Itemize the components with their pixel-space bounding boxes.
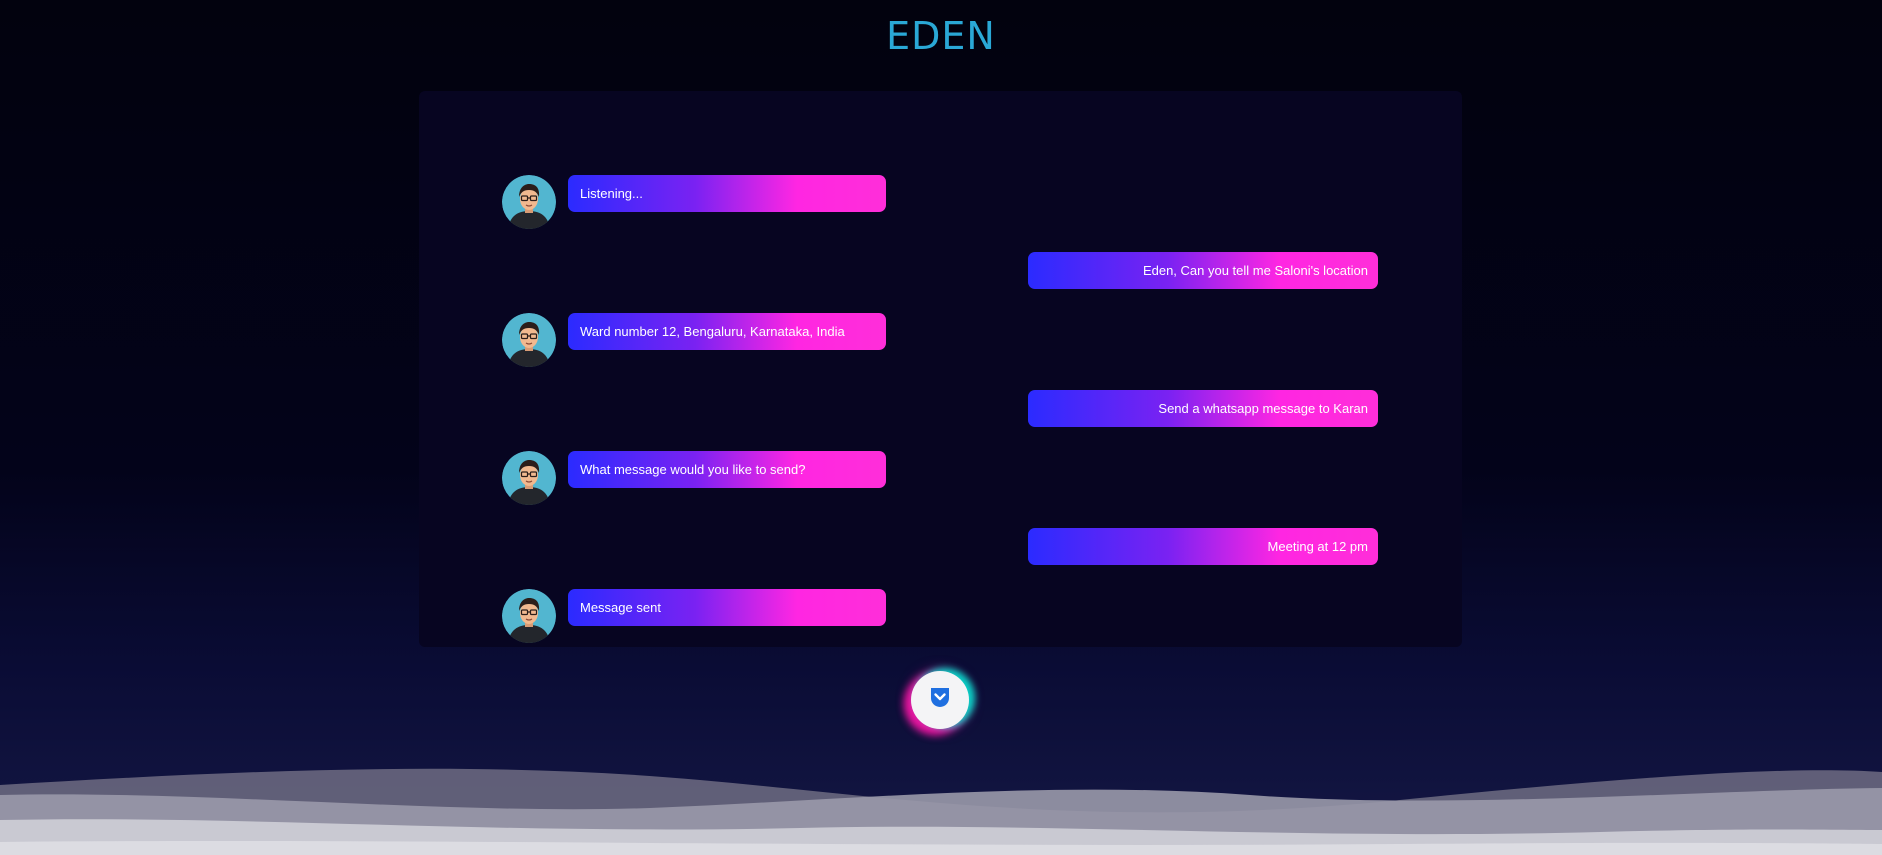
decorative-waves xyxy=(0,768,1882,855)
app-title: EDEN xyxy=(886,14,996,58)
chat-panel[interactable]: Listening... Eden, Can you tell me Salon… xyxy=(419,91,1462,647)
assistant-message: What message would you like to send? xyxy=(568,451,886,488)
user-message: Eden, Can you tell me Saloni's location xyxy=(1028,252,1378,289)
assistant-avatar xyxy=(502,451,556,505)
assistant-message: Ward number 12, Bengaluru, Karnataka, In… xyxy=(568,313,886,350)
chevron-down-icon xyxy=(931,688,949,707)
assistant-avatar xyxy=(502,175,556,229)
assistant-message: Message sent xyxy=(568,589,886,626)
assistant-avatar xyxy=(502,589,556,643)
assistant-message: Listening... xyxy=(568,175,886,212)
mic-button[interactable] xyxy=(911,671,969,729)
user-message: Meeting at 12 pm xyxy=(1028,528,1378,565)
user-message: Send a whatsapp message to Karan xyxy=(1028,390,1378,427)
assistant-avatar xyxy=(502,313,556,367)
